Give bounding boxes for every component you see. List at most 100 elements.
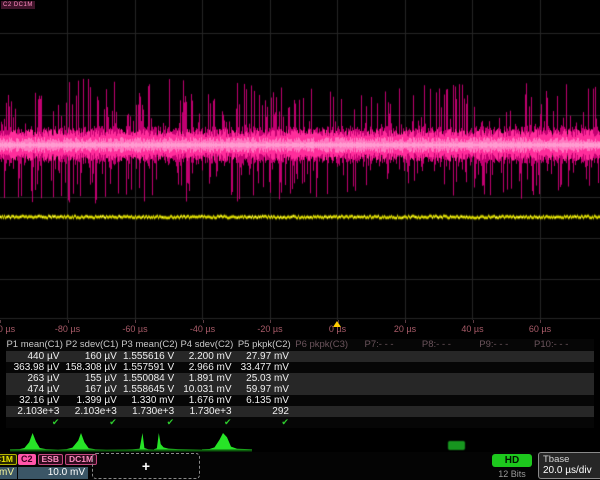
axis-tick bbox=[540, 320, 541, 323]
status-check-icon bbox=[408, 417, 465, 428]
status-check-icon: ✔ bbox=[63, 417, 120, 428]
measurement-value: 10.031 mV bbox=[178, 384, 235, 395]
measurement-value: 1.676 mV bbox=[178, 395, 235, 406]
hd-mode-badge[interactable]: HD bbox=[492, 454, 532, 467]
measurement-value: 2.103e+3 bbox=[63, 406, 120, 417]
measurement-header[interactable]: P8:- - - bbox=[408, 339, 465, 351]
timebase-descriptor[interactable]: Tbase 20.0 µs/div bbox=[538, 452, 600, 479]
measurement-value bbox=[350, 351, 407, 362]
measurement-value bbox=[350, 384, 407, 395]
axis-tick bbox=[473, 320, 474, 323]
channel-c2-descriptor[interactable]: C2 ESB DC1M 10.0 mV bbox=[18, 453, 88, 480]
measurement-value: 25.03 mV bbox=[236, 373, 293, 384]
status-check-icon: ✔ bbox=[121, 417, 178, 428]
measurement-histicons bbox=[0, 431, 600, 452]
axis-label: 40 µs bbox=[461, 324, 483, 334]
measurement-row-value: 440 µV160 µV1.555616 V2.200 mV27.97 mV bbox=[6, 351, 594, 362]
measurement-row-mean: 363.98 µV158.308 µV1.557591 V2.966 mV33.… bbox=[6, 362, 594, 373]
measurement-value bbox=[293, 406, 350, 417]
measurement-header[interactable]: P9:- - - bbox=[465, 339, 522, 351]
measurement-row-status: ✔✔✔✔✔ bbox=[6, 417, 594, 428]
measurement-value: 263 µV bbox=[6, 373, 63, 384]
measurement-header[interactable]: P2 sdev(C1) bbox=[63, 339, 120, 351]
axis-label: 20 µs bbox=[394, 324, 416, 334]
measurement-row-sdev: 32.16 µV1.399 µV1.330 mV1.676 mV6.135 mV bbox=[6, 395, 594, 406]
axis-tick bbox=[68, 320, 69, 323]
status-check-icon bbox=[350, 417, 407, 428]
histicon[interactable] bbox=[202, 431, 252, 452]
measurement-value bbox=[408, 362, 465, 373]
measurement-value bbox=[465, 384, 522, 395]
measurement-header[interactable]: P3 mean(C2) bbox=[121, 339, 178, 351]
status-check-icon bbox=[523, 417, 580, 428]
measurement-value: 167 µV bbox=[63, 384, 120, 395]
measurement-value bbox=[350, 362, 407, 373]
measurement-value: 1.558645 V bbox=[121, 384, 178, 395]
measurement-value bbox=[465, 351, 522, 362]
measurement-value bbox=[523, 373, 580, 384]
channel-c1-descriptor[interactable]: C1 DC1M 0 mV bbox=[0, 453, 17, 480]
c1-coupling-badge: DC1M bbox=[0, 454, 17, 465]
measurement-header[interactable]: P1 mean(C1) bbox=[6, 339, 63, 351]
resolution-label: 12 Bits bbox=[486, 469, 538, 479]
oscilloscope-screen: C2 DC1M -100 µs-80 µs-60 µs-40 µs-20 µs0… bbox=[0, 0, 600, 480]
measurement-value: 1.557591 V bbox=[121, 362, 178, 373]
axis-label: -80 µs bbox=[55, 324, 80, 334]
axis-tick bbox=[338, 320, 339, 323]
measurement-value: 155 µV bbox=[63, 373, 120, 384]
measurement-value: 1.399 µV bbox=[63, 395, 120, 406]
measurement-header[interactable]: P4 sdev(C2) bbox=[178, 339, 235, 351]
measurement-header[interactable]: P10:- - - bbox=[523, 339, 580, 351]
time-axis: -100 µs-80 µs-60 µs-40 µs-20 µs0 µs20 µs… bbox=[0, 320, 600, 339]
measurement-value: 440 µV bbox=[6, 351, 63, 362]
measurement-value: 1.555616 V bbox=[121, 351, 178, 362]
measurement-value bbox=[523, 395, 580, 406]
c1-vdiv-value: 0 mV bbox=[0, 467, 17, 479]
status-indicator bbox=[448, 441, 465, 450]
measurement-value bbox=[293, 384, 350, 395]
histicon[interactable] bbox=[106, 431, 154, 452]
c2-label-badge: C2 bbox=[18, 454, 36, 465]
axis-tick bbox=[405, 320, 406, 323]
axis-label: -20 µs bbox=[257, 324, 282, 334]
measurement-value: 1.550084 V bbox=[121, 373, 178, 384]
measurement-value bbox=[465, 373, 522, 384]
axis-label: 60 µs bbox=[529, 324, 551, 334]
histicon[interactable] bbox=[154, 431, 202, 452]
measurement-header[interactable]: P6 pkpk(C3) bbox=[293, 339, 350, 351]
c2-eres-badge: ESB bbox=[38, 454, 63, 465]
measurement-header[interactable]: P7:- - - bbox=[350, 339, 407, 351]
status-check-icon: ✔ bbox=[6, 417, 63, 428]
waveform-display[interactable] bbox=[0, 0, 600, 320]
axis-label: -60 µs bbox=[122, 324, 147, 334]
descriptor-bar: C1 DC1M 0 mV C2 ESB DC1M 10.0 mV + HD 12… bbox=[0, 452, 600, 480]
measurement-row-min: 263 µV155 µV1.550084 V1.891 mV25.03 mV bbox=[6, 373, 594, 384]
add-trace-button[interactable]: + bbox=[92, 453, 200, 479]
axis-tick bbox=[0, 320, 1, 323]
measurement-value bbox=[408, 406, 465, 417]
status-check-icon bbox=[293, 417, 350, 428]
measurement-value: 474 µV bbox=[6, 384, 63, 395]
measurement-value: 158.308 µV bbox=[63, 362, 120, 373]
measurement-value: 1.330 mV bbox=[121, 395, 178, 406]
measurement-value: 160 µV bbox=[63, 351, 120, 362]
measurement-value bbox=[350, 406, 407, 417]
status-check-icon bbox=[465, 417, 522, 428]
measurement-value: 27.97 mV bbox=[236, 351, 293, 362]
measurement-value: 59.97 mV bbox=[236, 384, 293, 395]
status-check-icon: ✔ bbox=[236, 417, 293, 428]
measurement-value bbox=[408, 351, 465, 362]
measurement-value bbox=[350, 373, 407, 384]
measurement-value bbox=[523, 351, 580, 362]
c2-vdiv-value: 10.0 mV bbox=[18, 467, 88, 479]
measurement-value bbox=[293, 351, 350, 362]
measurement-value: 6.135 mV bbox=[236, 395, 293, 406]
measurement-value: 2.966 mV bbox=[178, 362, 235, 373]
measurement-value bbox=[293, 373, 350, 384]
timebase-label: Tbase bbox=[543, 454, 600, 465]
measurement-row-max: 474 µV167 µV1.558645 V10.031 mV59.97 mV bbox=[6, 384, 594, 395]
measurement-header[interactable]: P5 pkpk(C2) bbox=[236, 339, 293, 351]
histicon[interactable] bbox=[10, 431, 58, 452]
measurement-value: 32.16 µV bbox=[6, 395, 63, 406]
histicon[interactable] bbox=[58, 431, 106, 452]
